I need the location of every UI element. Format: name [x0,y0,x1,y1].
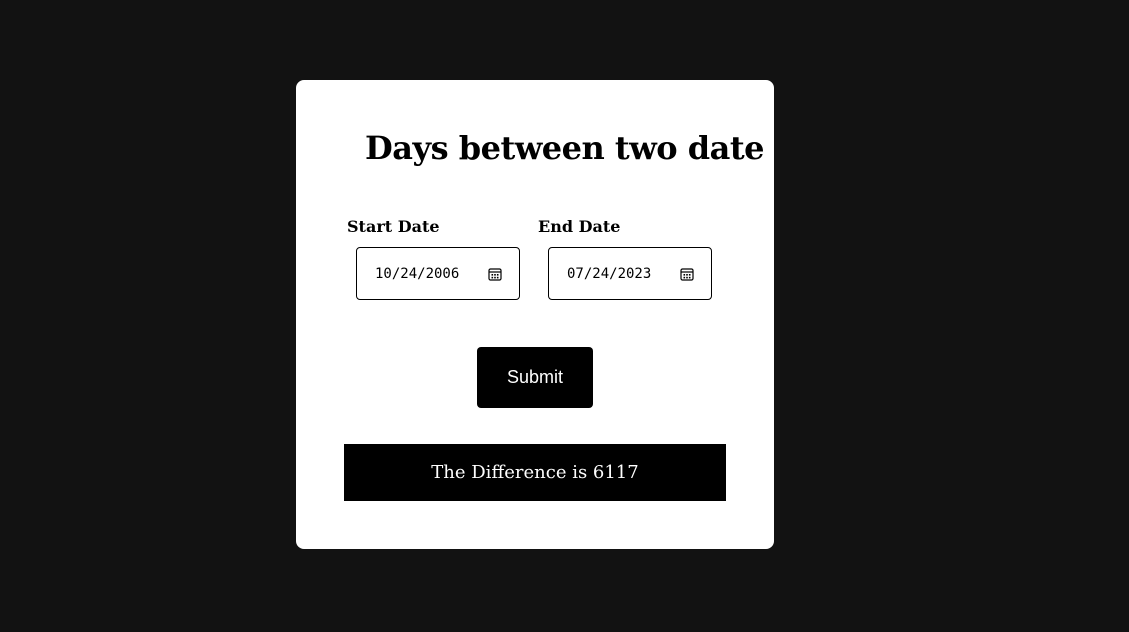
submit-button[interactable]: Submit [477,347,593,408]
calendar-icon[interactable] [680,267,694,281]
end-date-value[interactable]: 07/24/2023 [567,265,651,283]
calendar-icon[interactable] [488,267,502,281]
page-title: Days between two date [365,129,764,167]
end-date-label: End Date [538,217,621,236]
start-date-label: Start Date [347,217,440,236]
start-date-value[interactable]: 10/24/2006 [375,265,459,283]
start-date-input[interactable]: 10/24/2006 [356,247,520,300]
end-date-input[interactable]: 07/24/2023 [548,247,712,300]
result-banner: The Difference is 6117 [344,444,726,501]
